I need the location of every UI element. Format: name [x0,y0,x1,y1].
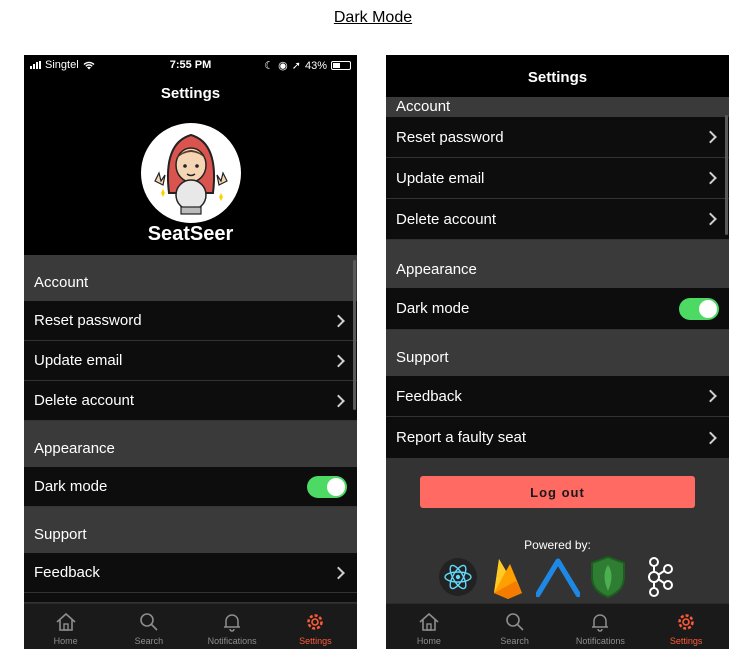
section-header-account: Account [386,97,729,117]
chevron-right-icon [332,394,345,407]
row-label: Feedback [396,387,462,405]
tab-label: Notifications [207,636,257,646]
row-delete-account[interactable]: Delete account [386,199,729,240]
row-report-faulty-seat[interactable]: Report a faulty seat [386,417,729,459]
chevron-right-icon [704,171,717,185]
chevron-right-icon [332,354,345,367]
battery-icon [331,61,351,70]
bell-icon [592,614,609,632]
nav-title: Settings [527,69,588,86]
chevron-right-icon [704,130,717,144]
home-icon [419,612,439,631]
section-header-support: Support [386,330,729,376]
tab-label: Home [416,636,441,646]
row-label: Update email [34,352,123,369]
powered-by-label: Powered by: [524,538,591,552]
status-right: ☾ ◉ ➚ 43% [264,59,351,72]
phone-screen-left: Singtel 7:55 PM ☾ ◉ ➚ 43% Settings SeatS… [24,55,357,649]
row-update-email[interactable]: Update email [386,158,729,199]
tab-settings[interactable]: Settings [643,604,729,649]
section-header-appearance: Appearance [24,421,357,467]
section-header-appearance: Appearance [386,240,729,288]
kafka-logo [636,555,680,599]
mongodb-logo [586,555,630,599]
row-dark-mode: Dark mode [24,467,357,507]
tab-label: Search [500,636,529,646]
home-icon [56,612,76,631]
tab-bar: Home Search Notifications Settings [24,603,357,649]
profile-section: SeatSeer [24,113,357,255]
section-header-account: Account [24,255,357,301]
battery-percent: 43% [304,59,327,72]
section-header-support: Support [24,507,357,553]
tab-search[interactable]: Search [107,604,190,649]
status-bar: Singtel 7:55 PM ☾ ◉ ➚ 43% [24,55,357,75]
react-logo [436,555,480,599]
tab-notifications[interactable]: Notifications [191,604,274,649]
row-reset-password[interactable]: Reset password [386,117,729,158]
row-label: Update email [396,169,485,187]
scrollbar[interactable] [725,115,728,235]
tab-label: Settings [299,636,332,646]
chevron-right-icon [332,566,345,579]
tab-label: Home [53,636,78,646]
search-icon [140,613,158,631]
row-feedback[interactable]: Feedback [386,376,729,417]
search-icon [505,613,524,631]
dark-mode-toggle[interactable] [307,475,347,498]
logout-area: Log out Powered by: [386,459,729,603]
row-dark-mode: Dark mode [386,288,729,330]
row-update-email[interactable]: Update email [24,341,357,381]
tab-home[interactable]: Home [386,604,472,649]
tab-notifications[interactable]: Notifications [558,604,644,649]
gear-icon [678,614,694,630]
app-logo-avatar [141,123,241,223]
row-feedback[interactable]: Feedback [24,553,357,593]
brand-name: SeatSeer [147,223,234,245]
lock-rotation-icon: ◉ [278,60,288,72]
chevron-right-icon [332,314,345,327]
tech-logos [386,555,729,599]
row-partial [24,593,357,603]
moon-icon: ☾ [264,60,275,72]
chevron-right-icon [704,389,717,403]
page-title: Dark Mode [333,9,413,26]
logout-button[interactable]: Log out [420,476,695,508]
chevron-right-icon [704,212,717,226]
scrollbar[interactable] [353,260,356,410]
tab-settings[interactable]: Settings [274,604,357,649]
firebase-logo [486,555,530,599]
tab-search[interactable]: Search [472,604,558,649]
gear-icon [307,614,324,630]
tab-bar: Home Search Notifications Settings [386,603,729,649]
chevron-right-icon [704,431,717,444]
location-icon: ➚ [291,60,301,72]
expo-logo [535,555,580,599]
row-label: Report a faulty seat [396,429,527,446]
nav-title: Settings [160,85,221,102]
tab-label: Search [134,636,164,646]
phone-screen-right: Settings Account Reset password Update e… [386,55,729,649]
row-label: Dark mode [396,300,470,317]
fortune-teller-icon [154,133,228,215]
row-label: Feedback [34,564,100,581]
row-label: Dark mode [34,478,108,495]
row-label: Reset password [34,312,142,329]
bell-icon [224,614,241,632]
tab-label: Settings [669,636,703,646]
row-label: Delete account [34,392,135,409]
tab-label: Notifications [575,636,625,646]
row-label: Delete account [396,210,497,228]
row-label: Reset password [396,128,504,146]
tab-home[interactable]: Home [24,604,107,649]
row-delete-account[interactable]: Delete account [24,381,357,421]
row-reset-password[interactable]: Reset password [24,301,357,341]
dark-mode-toggle[interactable] [679,297,719,320]
